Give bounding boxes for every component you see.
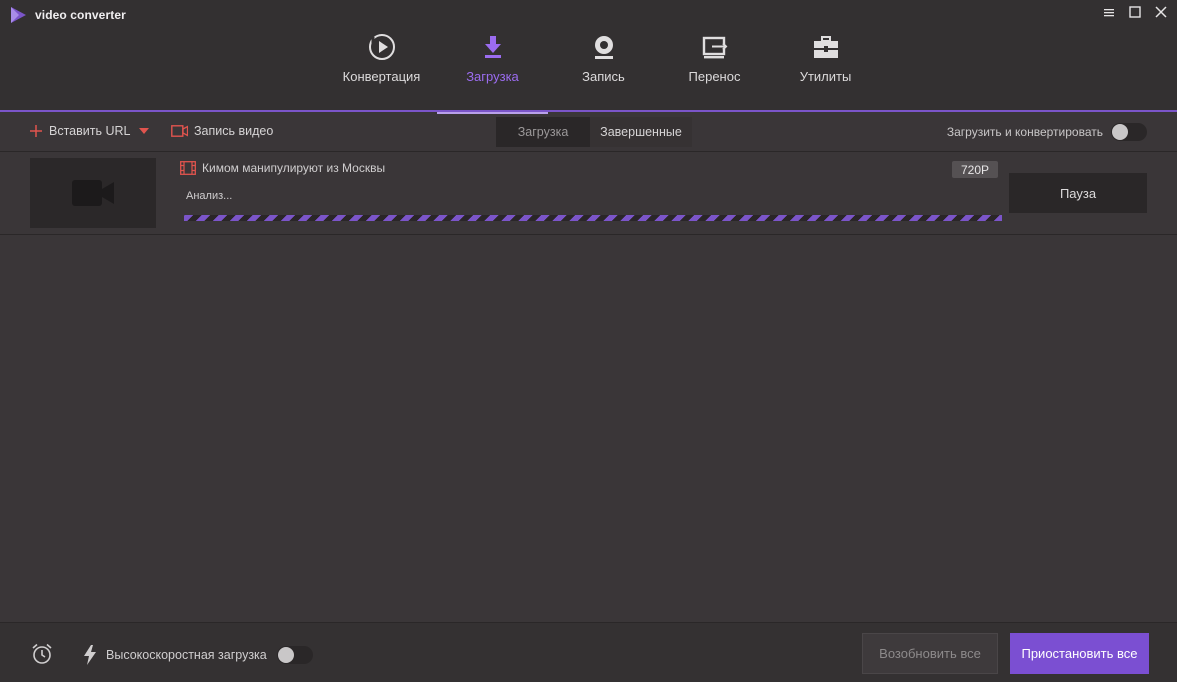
file-title: Кимом манипулируют из Москвы [202, 161, 386, 175]
download-convert-option: Загрузить и конвертировать [947, 123, 1147, 141]
download-tabs: Загрузка Завершенные [496, 117, 692, 147]
chevron-down-icon [139, 128, 150, 134]
nav-download[interactable]: Загрузка [437, 32, 548, 114]
nav-utilities[interactable]: Утилиты [770, 32, 881, 112]
paste-url-label: Вставить URL [49, 124, 131, 138]
video-thumbnail [30, 158, 156, 228]
resume-all-button[interactable]: Возобновить все [862, 633, 998, 674]
nav-utilities-label: Утилиты [799, 69, 852, 84]
toolbox-icon [811, 32, 841, 62]
record-webcam-icon [589, 32, 619, 62]
app-logo: video converter [9, 6, 126, 24]
nav-record-label: Запись [582, 69, 625, 84]
main-nav: Конвертация Загрузка Запись Перенос Утил… [326, 32, 881, 114]
high-speed-label: Высокоскоростная загрузка [106, 648, 267, 662]
download-convert-toggle[interactable] [1111, 123, 1147, 141]
close-icon[interactable] [1153, 4, 1169, 20]
minimize-icon[interactable] [1101, 4, 1117, 20]
download-convert-label: Загрузить и конвертировать [946, 125, 1103, 139]
transfer-device-icon [700, 32, 730, 62]
camera-icon [171, 125, 188, 137]
video-camera-icon [72, 180, 114, 206]
nav-transfer[interactable]: Перенос [659, 32, 770, 112]
file-info: Кимом манипулируют из Москвы [180, 161, 385, 175]
tab-finished[interactable]: Завершенные [590, 117, 692, 147]
window-controls [1101, 4, 1169, 20]
convert-play-icon [367, 32, 397, 62]
nav-convert[interactable]: Конвертация [326, 32, 437, 112]
top-bar: video converter Конвертация Загрузка Зап… [0, 0, 1177, 114]
app-title: video converter [35, 8, 126, 22]
nav-transfer-label: Перенос [688, 69, 741, 84]
toggle-knob [1112, 124, 1128, 140]
record-video-label: Запись видео [194, 124, 274, 138]
pause-button[interactable]: Пауза [1009, 173, 1147, 213]
maximize-icon[interactable] [1127, 4, 1143, 20]
resolution-badge: 720P [952, 161, 998, 178]
toggle-knob [277, 647, 294, 663]
record-video-button[interactable]: Запись видео [171, 124, 273, 138]
tab-downloading[interactable]: Загрузка [496, 117, 590, 147]
app-window: video converter Конвертация Загрузка Зап… [0, 0, 1177, 682]
progress-bar [184, 215, 1002, 221]
paste-url-button[interactable]: Вставить URL [29, 124, 150, 138]
download-arrow-icon [478, 32, 508, 62]
toolbar: Вставить URL Запись видео Загрузка Завер… [0, 114, 1177, 152]
pause-all-button[interactable]: Приостановить все [1010, 633, 1149, 674]
nav-record[interactable]: Запись [548, 32, 659, 112]
nav-convert-label: Конвертация [342, 69, 421, 84]
nav-download-label: Загрузка [466, 69, 519, 84]
logo-play-icon [11, 7, 26, 23]
high-speed-toggle[interactable] [276, 646, 313, 664]
alarm-clock-icon[interactable] [30, 643, 54, 670]
plus-icon [30, 125, 42, 137]
high-speed-option: Высокоскоростная загрузка [83, 645, 313, 665]
footer: Высокоскоростная загрузка Возобновить вс… [0, 622, 1177, 682]
status-text: Анализ... [186, 190, 233, 202]
download-item: Кимом манипулируют из Москвы 720P Анализ… [0, 153, 1177, 235]
lightning-icon [84, 645, 96, 665]
film-icon [180, 161, 196, 175]
